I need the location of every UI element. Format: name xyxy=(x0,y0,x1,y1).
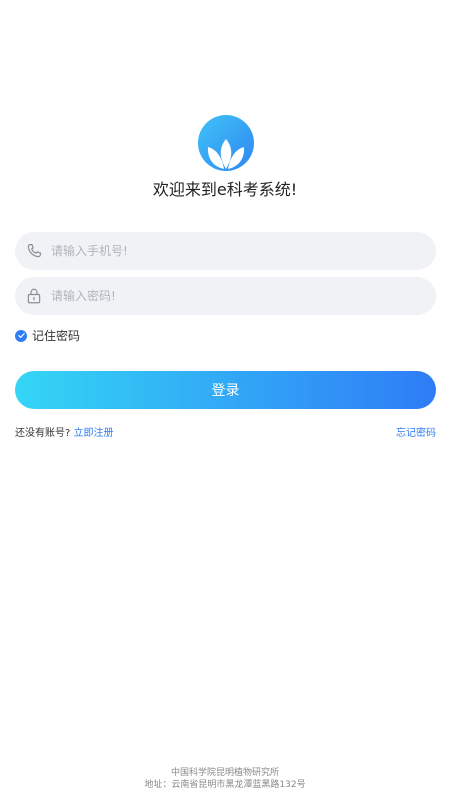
phone-field[interactable] xyxy=(15,232,436,270)
welcome-title: 欢迎来到e科考系统! xyxy=(152,180,298,199)
lock-icon xyxy=(27,288,41,304)
password-field[interactable] xyxy=(15,277,436,315)
remember-label: 记住密码 xyxy=(32,329,81,343)
forgot-password-link[interactable]: 忘记密码 xyxy=(396,424,436,439)
password-input[interactable] xyxy=(51,277,436,315)
footer-org: 中国科学院昆明植物研究所 xyxy=(170,768,279,778)
phone-icon xyxy=(27,243,42,258)
remember-password-checkbox[interactable]: 记住密码 xyxy=(15,327,80,344)
login-button[interactable]: 登录 xyxy=(15,371,436,409)
phone-input[interactable] xyxy=(51,232,436,270)
register-link[interactable]: 立即注册 xyxy=(74,428,114,439)
leaf-logo-icon xyxy=(198,115,254,171)
account-links: 还没有账号? 立即注册 忘记密码 xyxy=(15,424,436,439)
login-page: 欢迎来到e科考系统! 记住密码 登录 还没有账号? 立即注册 忘记密码 中国科学 xyxy=(0,0,450,800)
register-row: 还没有账号? 立即注册 xyxy=(15,424,114,439)
checkmark-icon[interactable] xyxy=(15,329,27,342)
footer: 中国科学院昆明植物研究所 地址：云南省昆明市黑龙潭蓝黑路132号 xyxy=(0,767,450,791)
footer-address: 地址：云南省昆明市黑龙潭蓝黑路132号 xyxy=(144,780,306,790)
register-prompt: 还没有账号? xyxy=(15,428,71,439)
